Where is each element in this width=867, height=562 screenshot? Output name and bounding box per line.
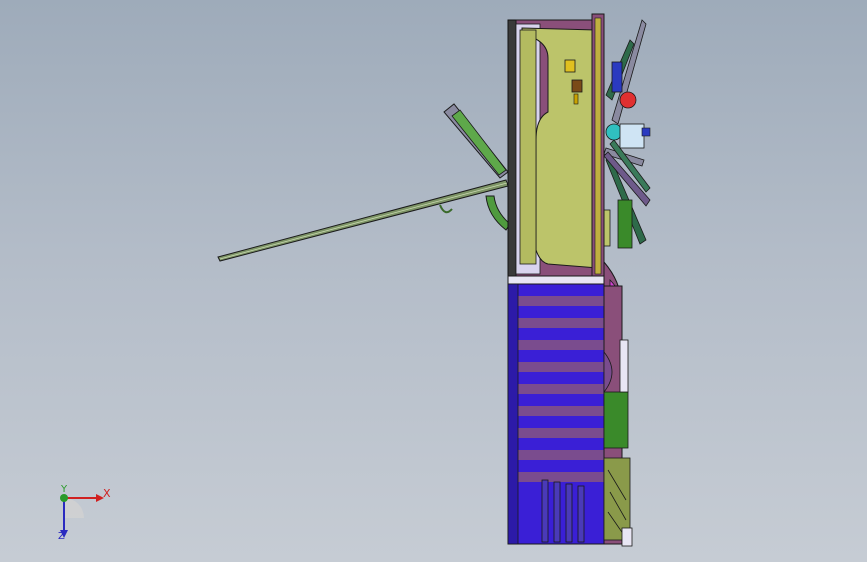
orientation-triad[interactable]: X Y Z [40,480,130,550]
fan-assembly[interactable] [603,19,651,249]
triad-graphic [60,494,104,538]
rod-assembly[interactable] [217,179,509,262]
side-mechanism[interactable] [603,260,633,547]
green-bracket[interactable] [485,195,511,231]
cad-viewport[interactable]: X Y Z [0,0,867,562]
axis-y-label: Y [61,484,68,495]
upper-housing[interactable] [507,13,611,281]
axis-x-label: X [103,487,111,500]
angled-arm[interactable] [443,103,509,179]
axis-z-label: Z [58,531,65,542]
cad-model[interactable] [0,0,867,562]
lower-housing[interactable] [507,283,609,545]
